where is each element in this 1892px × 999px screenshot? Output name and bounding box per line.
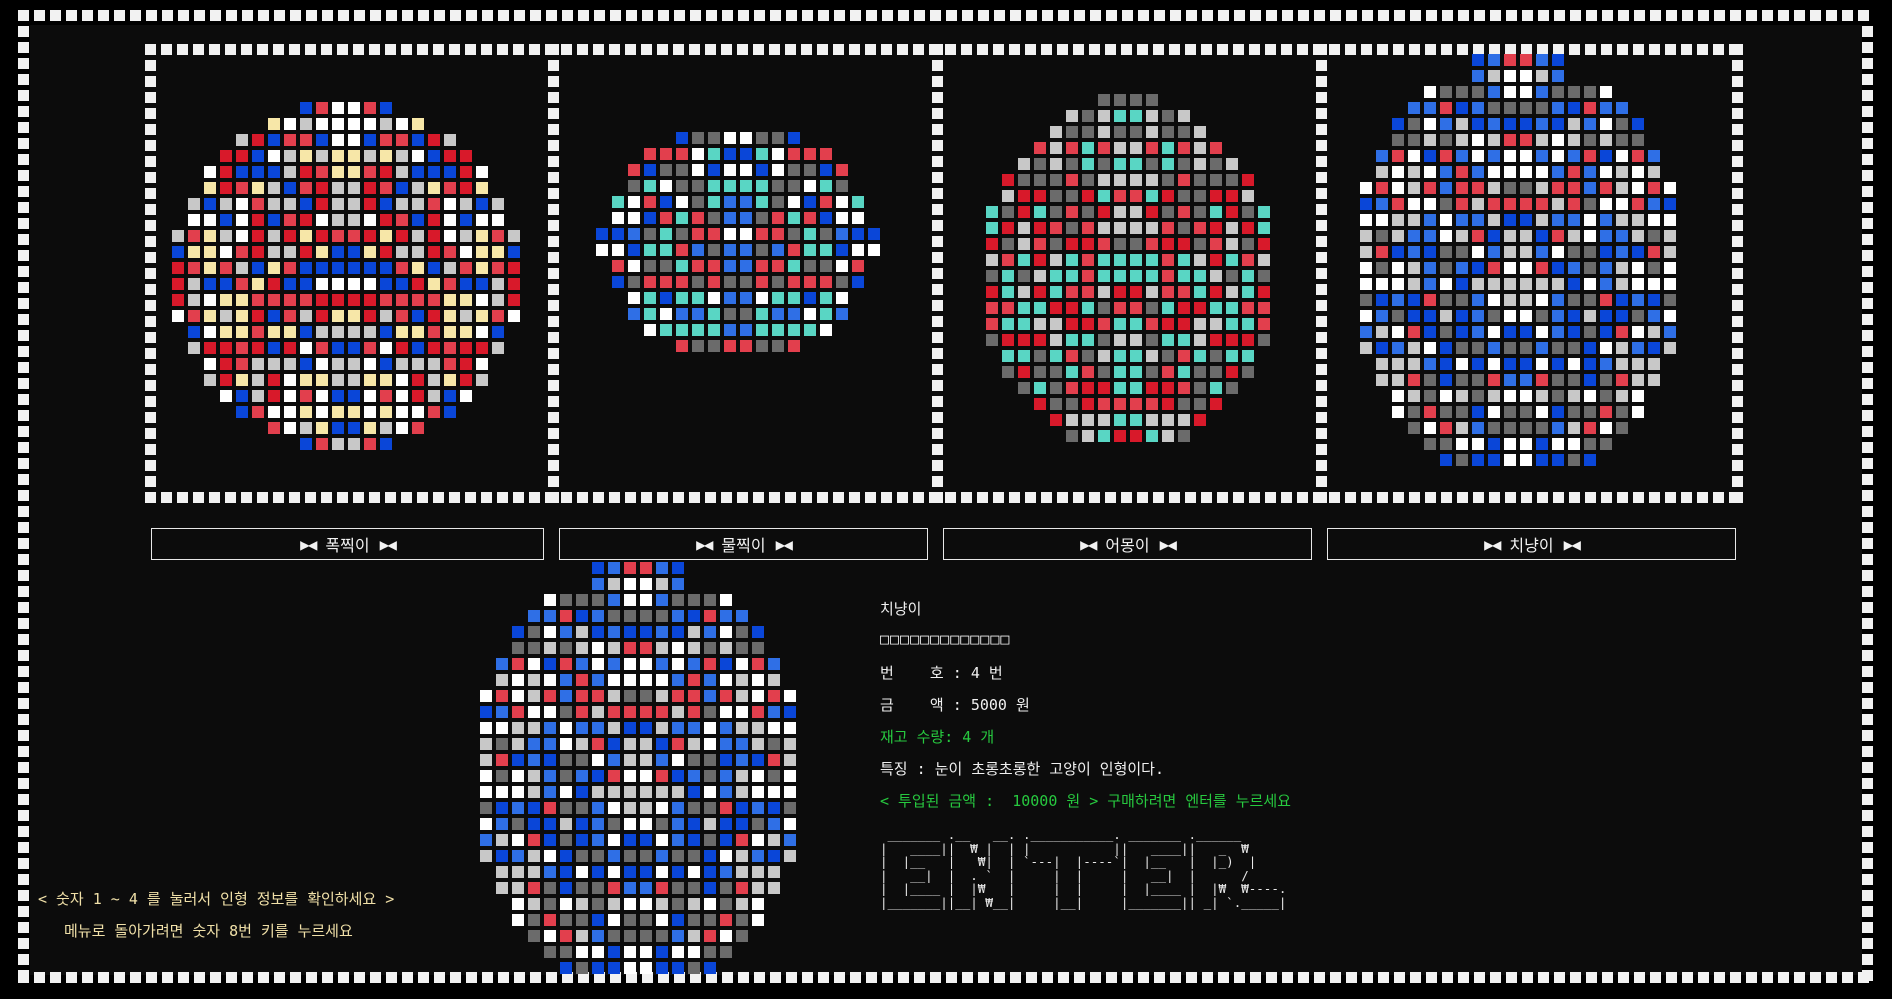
doll-number: 번 호 : 4 번 (880, 664, 1003, 682)
doll-button-1[interactable]: ▶◀ 폭찍이 ▶◀ (151, 528, 544, 560)
doll-stock: 재고 수량: 4 개 (880, 728, 995, 746)
menu-return-hint: 메뉴로 돌아가려면 숫자 8번 키를 누르세요 (64, 922, 353, 940)
bowtie-icon: ▶◀ (379, 534, 397, 554)
doll-button-label: 물찍이 (721, 536, 766, 555)
bowtie-icon: ▶◀ (1159, 534, 1177, 554)
bowtie-icon: ▶◀ (1484, 534, 1501, 554)
enter-ascii-banner: _______ .__ __. .___________. _______ ._… (880, 827, 1287, 910)
doll-button-2[interactable]: ▶◀ 물찍이 ▶◀ (559, 528, 928, 560)
doll-feature: 특징 : 눈이 초롱초롱한 고양이 인형이다. (880, 760, 1165, 778)
deposit-prompt: < 투입된 금액 : 10000 원 > 구매하려면 엔터를 누르세요 (880, 792, 1291, 810)
selected-doll-name: 치냥이 (880, 600, 922, 618)
instruction-hint: < 숫자 1 ~ 4 를 눌러서 인형 정보를 확인하세요 > (38, 890, 395, 908)
bowtie-icon: ▶◀ (775, 534, 793, 554)
separator-line: □□□□□□□□□□□□□ (880, 630, 1011, 648)
bowtie-icon: ▶◀ (300, 534, 317, 554)
console-window: ▶◀ 폭찍이 ▶◀ ▶◀ 물찍이 ▶◀ ▶◀ 어몽이 ▶◀ ▶◀ 치냥이 ▶◀ … (0, 0, 1892, 999)
bowtie-icon: ▶◀ (1080, 534, 1097, 554)
doll-button-3[interactable]: ▶◀ 어몽이 ▶◀ (943, 528, 1312, 560)
doll-button-4[interactable]: ▶◀ 치냥이 ▶◀ (1327, 528, 1736, 560)
bowtie-icon: ▶◀ (696, 534, 713, 554)
doll-button-label: 어몽이 (1105, 536, 1150, 555)
doll-button-label: 폭찍이 (325, 536, 370, 555)
doll-price: 금 액 : 5000 원 (880, 696, 1030, 714)
bowtie-icon: ▶◀ (1563, 534, 1581, 554)
doll-button-label: 치냥이 (1509, 536, 1554, 555)
